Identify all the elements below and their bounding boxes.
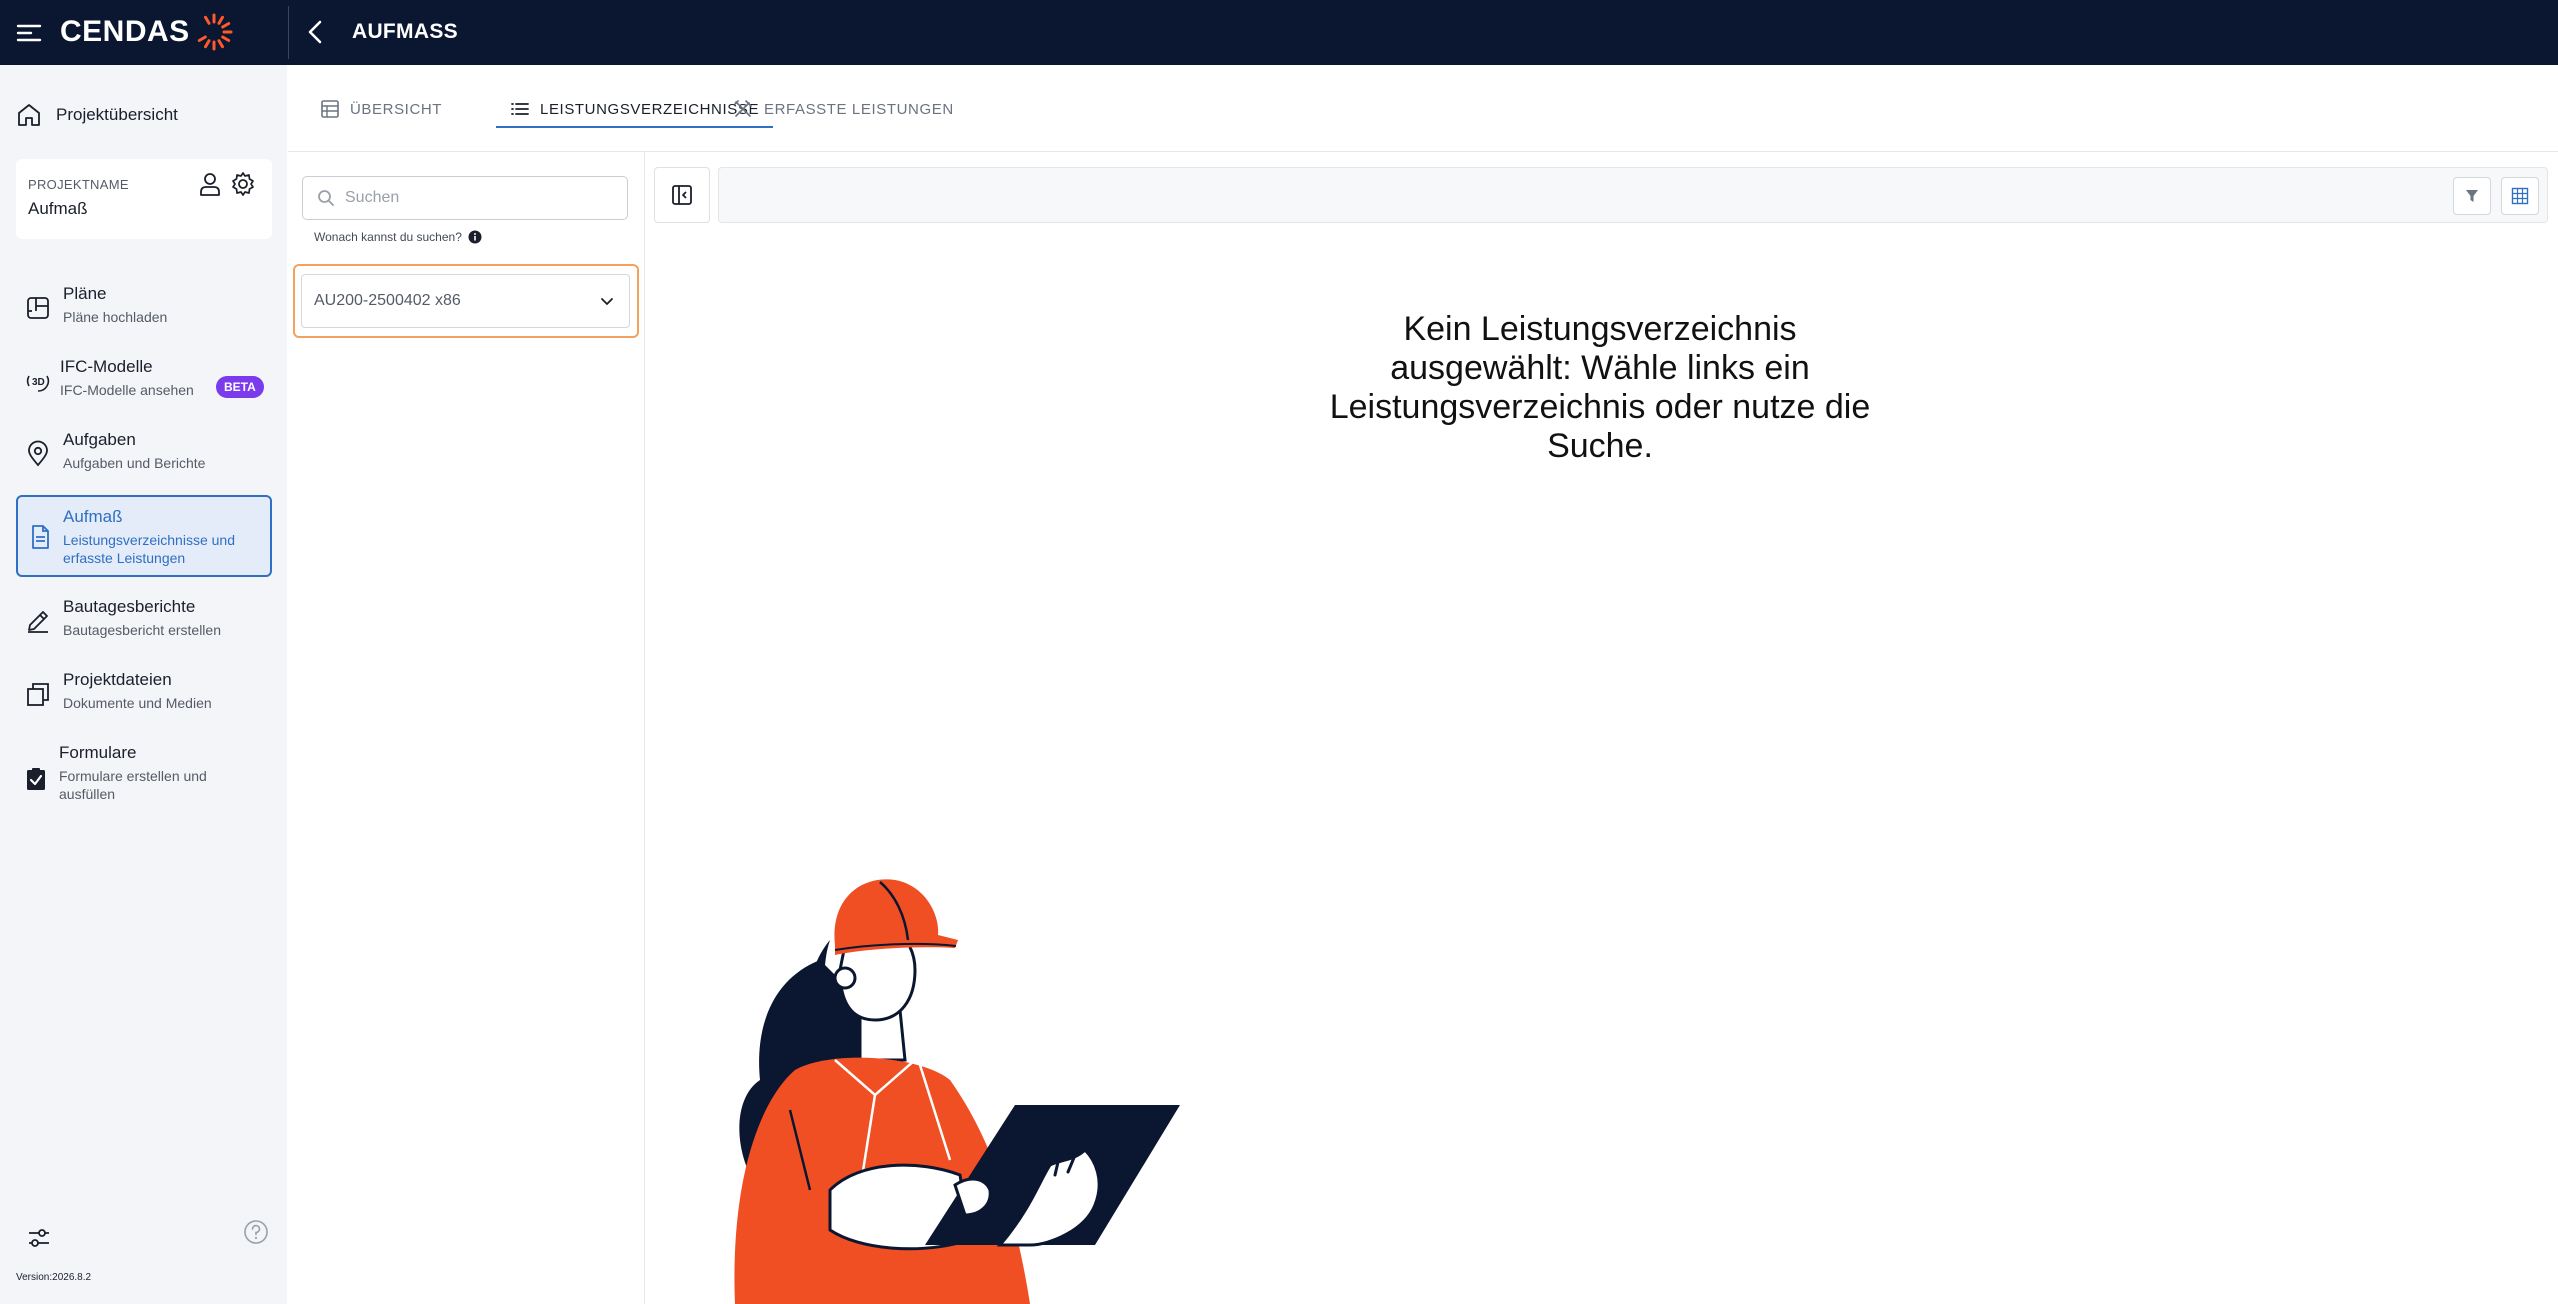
sidebar: Projektübersicht PROJEKTNAME Aufmaß Plän… [0,65,287,1304]
sidebar-item-title: Aufgaben [63,430,136,449]
filter-button[interactable] [2453,177,2491,215]
sidebar-item-ifc-models[interactable]: 3D IFC-Modelle IFC-Modelle ansehen BETA [16,353,272,413]
sliders-icon[interactable] [26,1225,52,1251]
sidebar-item-subtitle: Bautagesbericht erstellen [63,622,221,638]
search-box[interactable] [302,176,628,220]
sidebar-item-plans[interactable]: Pläne Pläne hochladen [16,280,272,340]
gear-icon[interactable] [230,171,256,197]
filter-bar [718,167,2548,223]
service-directory-panel: Wonach kannst du suchen? AU200-2500402 x… [288,152,645,1304]
pencil-icon [28,611,48,633]
tab-overview[interactable]: ÜBERSICHT [320,92,442,126]
sidebar-item-title: IFC-Modelle [60,357,153,376]
beta-badge: BETA [216,376,264,398]
panel-toggle-button[interactable] [654,167,710,223]
sidebar-item-subtitle: Leistungsverzeichnisse und erfasste Leis… [63,532,235,566]
sidebar-item-project-files[interactable]: Projektdateien Dokumente und Medien [16,666,272,726]
sidebar-item-subtitle: Pläne hochladen [63,309,168,325]
tab-label: ÜBERSICHT [350,100,443,118]
sidebar-item-title: Formulare [59,743,137,762]
sidebar-toggle-icon [672,185,692,205]
top-bar: CENDAS AUFMASS [0,0,2558,65]
help-icon[interactable] [243,1219,269,1245]
search-icon [318,190,334,206]
tab-bar: ÜBERSICHT LEISTUNGSVERZEICHNISSE ERFASST… [288,65,2558,152]
sidebar-item-title: Aufmaß [63,507,123,526]
worker-illustration [734,879,1180,1304]
tools-icon [734,100,752,117]
page-title: AUFMASS [352,20,458,43]
sidebar-item-label: Projektübersicht [56,105,178,124]
logo-text: CENDAS [60,15,190,48]
sidebar-item-title: Pläne [63,284,107,303]
sidebar-item-aufmass[interactable]: Aufmaß Leistungsverzeichnisse und erfass… [16,495,272,577]
logo-sun-icon [197,13,233,51]
document-icon [32,525,49,549]
tab-label: ERFASSTE LEISTUNGEN [764,100,954,118]
service-directory-highlight: AU200-2500402 x86 [293,264,639,338]
sidebar-item-forms[interactable]: Formulare Formulare erstellen und ausfül… [16,739,272,821]
sidebar-item-subtitle: Aufgaben und Berichte [63,455,206,471]
sidebar-item-overview[interactable]: Projektübersicht [16,95,178,135]
tab-recorded-services[interactable]: ERFASSTE LEISTUNGEN [732,92,954,126]
sidebar-item-subtitle: Dokumente und Medien [63,695,212,711]
search-input[interactable] [345,189,615,207]
user-icon[interactable] [197,171,223,197]
clipboard-check-icon [27,768,45,790]
back-arrow-icon[interactable] [300,16,332,48]
plans-icon [27,297,49,319]
sidebar-item-subtitle: Formulare erstellen und ausfüllen [59,768,207,802]
topbar-divider [288,6,289,59]
sidebar-item-tasks[interactable]: Aufgaben Aufgaben und Berichte [16,426,272,486]
tab-label: LEISTUNGSVERZEICHNISSE [540,100,760,118]
search-hint: Wonach kannst du suchen? [314,230,482,244]
empty-state-message: Kein Leistungsverzeichnis ausgewählt: Wä… [1329,310,1871,465]
sidebar-item-daily-reports[interactable]: Bautagesberichte Bautagesbericht erstell… [16,593,272,653]
files-icon [27,683,49,706]
service-directory-select[interactable]: AU200-2500402 x86 [301,274,630,328]
3d-icon: 3D [26,375,50,392]
menu-icon[interactable] [14,18,44,48]
grid-view-button[interactable] [2501,177,2539,215]
sidebar-item-title: Projektdateien [63,670,172,689]
table-icon [321,100,339,118]
project-label: PROJEKTNAME [28,177,129,192]
service-directory-value: AU200-2500402 x86 [314,292,461,309]
home-icon [18,104,40,126]
project-card: PROJEKTNAME Aufmaß [16,159,272,239]
info-icon[interactable] [468,230,482,244]
version-label: Version:2026.8.2 [16,1272,92,1283]
location-pin-icon [28,440,48,467]
svg-text:3D: 3D [32,377,45,388]
grid-icon [2511,187,2529,205]
sidebar-item-title: Bautagesberichte [63,597,196,616]
project-name: Aufmaß [28,199,88,218]
filter-icon [2466,190,2478,202]
list-icon [511,103,529,115]
cendas-logo[interactable]: CENDAS [60,13,234,51]
chevron-down-icon [601,298,613,305]
search-hint-text: Wonach kannst du suchen? [314,230,462,244]
